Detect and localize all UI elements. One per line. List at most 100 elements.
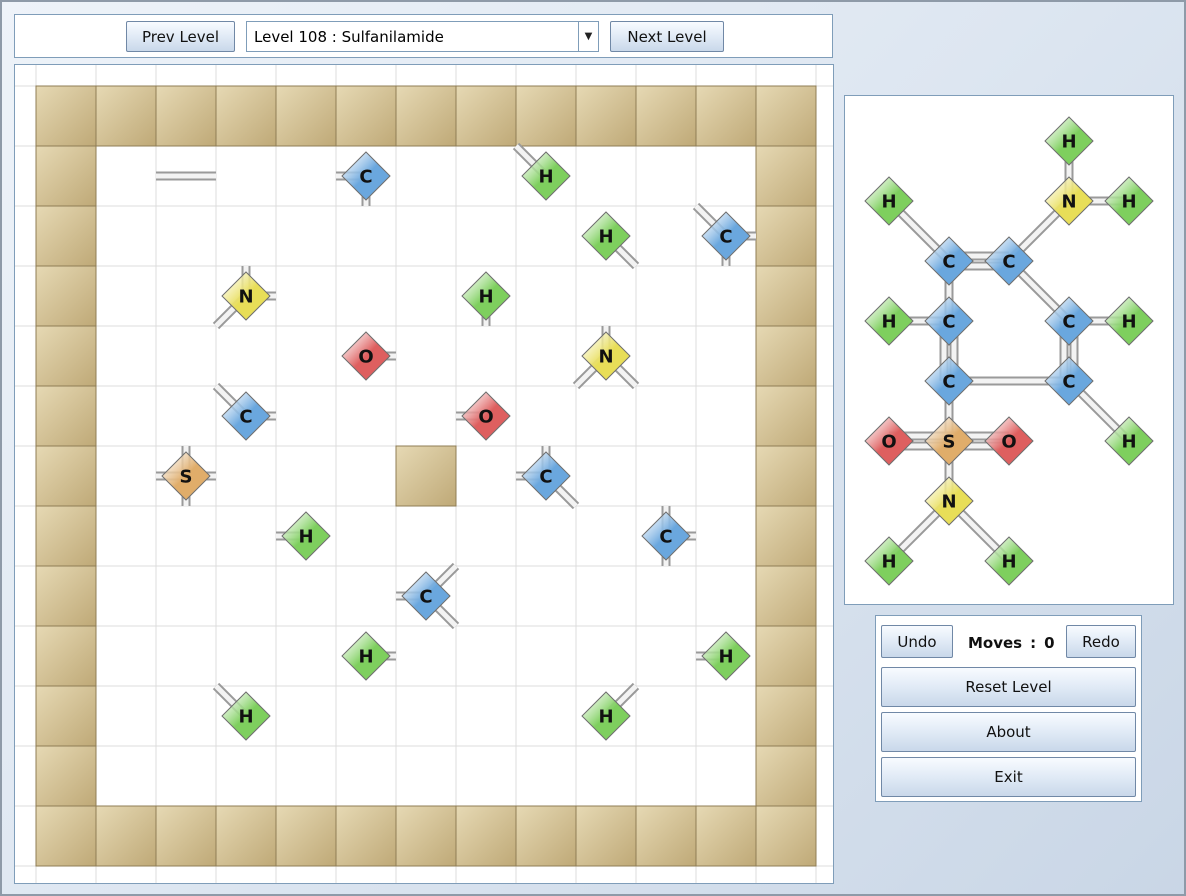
about-button[interactable]: About [881, 712, 1136, 752]
exit-button[interactable]: Exit [881, 757, 1136, 797]
wall-block [215, 85, 277, 147]
svg-text:H: H [1121, 312, 1136, 333]
level-select[interactable]: Level 108 : Sulfanilamide ▼ [246, 21, 599, 52]
wall-block [35, 145, 97, 207]
target-oxygen-atom: O [864, 416, 914, 466]
svg-text:H: H [1061, 132, 1076, 153]
target-oxygen-atom: O [984, 416, 1034, 466]
svg-text:S: S [180, 467, 193, 488]
target-carbon-atom: C [924, 356, 974, 406]
chevron-down-icon[interactable]: ▼ [578, 22, 598, 51]
wall-block [695, 805, 757, 867]
svg-text:H: H [1121, 192, 1136, 213]
svg-text:C: C [239, 407, 252, 428]
undo-button[interactable]: Undo [881, 625, 953, 658]
board-canvas[interactable]: C H H C N H O N C O S C H C C H H H H [15, 65, 834, 884]
wall-block [755, 205, 817, 267]
wall-block [515, 85, 577, 147]
hydrogen-atom[interactable]: H [281, 511, 331, 561]
svg-text:H: H [298, 527, 313, 548]
next-level-button[interactable]: Next Level [610, 21, 724, 52]
svg-text:H: H [538, 167, 553, 188]
svg-text:H: H [598, 227, 613, 248]
redo-button[interactable]: Redo [1066, 625, 1136, 658]
svg-text:C: C [942, 372, 955, 393]
svg-text:O: O [1001, 432, 1016, 453]
wall-block [755, 745, 817, 807]
target-hydrogen-atom: H [1104, 176, 1154, 226]
level-toolbar: Prev Level Level 108 : Sulfanilamide ▼ N… [14, 14, 833, 58]
svg-text:O: O [478, 407, 493, 428]
carbon-atom[interactable]: C [341, 151, 391, 201]
hydrogen-atom[interactable]: H [701, 631, 751, 681]
wall-block [35, 325, 97, 387]
svg-text:C: C [539, 467, 552, 488]
target-molecule-panel: H H N H C C H C C H C C O S O H N H H [844, 95, 1174, 605]
level-select-value: Level 108 : Sulfanilamide [254, 27, 444, 46]
wall-block [515, 805, 577, 867]
target-carbon-atom: C [924, 296, 974, 346]
moves-count: 0 [1044, 634, 1055, 652]
game-board[interactable]: C H H C N H O N C O S C H C C H H H H [14, 64, 834, 884]
svg-text:N: N [1061, 192, 1076, 213]
moves-label: Moves [968, 634, 1023, 652]
oxygen-atom[interactable]: O [461, 391, 511, 441]
prev-level-button[interactable]: Prev Level [126, 21, 235, 52]
oxygen-atom[interactable]: O [341, 331, 391, 381]
svg-text:N: N [238, 287, 253, 308]
wall-block [215, 805, 277, 867]
wall-block [755, 325, 817, 387]
wall-block [35, 85, 97, 147]
hydrogen-atom[interactable]: H [461, 271, 511, 321]
wall-block [755, 445, 817, 507]
wall-block [35, 745, 97, 807]
wall-block [755, 805, 817, 867]
svg-text:N: N [598, 347, 613, 368]
target-molecule-canvas: H H N H C C H C C H C C O S O H N H H [864, 116, 1154, 586]
wall-block [35, 805, 97, 867]
wall-block [755, 625, 817, 687]
svg-text:O: O [358, 347, 373, 368]
wall-block [35, 625, 97, 687]
wall-block [155, 805, 217, 867]
svg-text:C: C [942, 252, 955, 273]
wall-block [35, 685, 97, 747]
svg-text:H: H [238, 707, 253, 728]
wall-block [395, 85, 457, 147]
wall-block [95, 805, 157, 867]
wall-block [635, 85, 697, 147]
carbon-atom[interactable]: C [641, 511, 691, 561]
wall-block [95, 85, 157, 147]
svg-text:H: H [881, 192, 896, 213]
wall-block [395, 445, 457, 507]
wall-block [755, 685, 817, 747]
svg-text:H: H [358, 647, 373, 668]
svg-text:C: C [1062, 372, 1075, 393]
hydrogen-atom[interactable]: H [341, 631, 391, 681]
svg-text:H: H [881, 312, 896, 333]
svg-text:H: H [1001, 552, 1016, 573]
wall-block [35, 385, 97, 447]
svg-text:N: N [941, 492, 956, 513]
svg-text:H: H [478, 287, 493, 308]
wall-block [635, 805, 697, 867]
svg-text:H: H [881, 552, 896, 573]
wall-block [755, 265, 817, 327]
wall-block [35, 505, 97, 567]
wall-block [755, 565, 817, 627]
target-hydrogen-atom: H [1104, 296, 1154, 346]
wall-block [395, 805, 457, 867]
wall-block [455, 85, 517, 147]
svg-text:H: H [718, 647, 733, 668]
target-sulfur-atom: S [924, 416, 974, 466]
sulfur-atom[interactable]: S [161, 451, 211, 501]
moves-counter: Moves : 0 [968, 634, 1055, 652]
wall-block [35, 265, 97, 327]
wall-block [35, 565, 97, 627]
wall-block [755, 85, 817, 147]
wall-block [755, 505, 817, 567]
wall-block [755, 145, 817, 207]
reset-level-button[interactable]: Reset Level [881, 667, 1136, 707]
moves-separator: : [1030, 634, 1037, 652]
wall-block [275, 805, 337, 867]
